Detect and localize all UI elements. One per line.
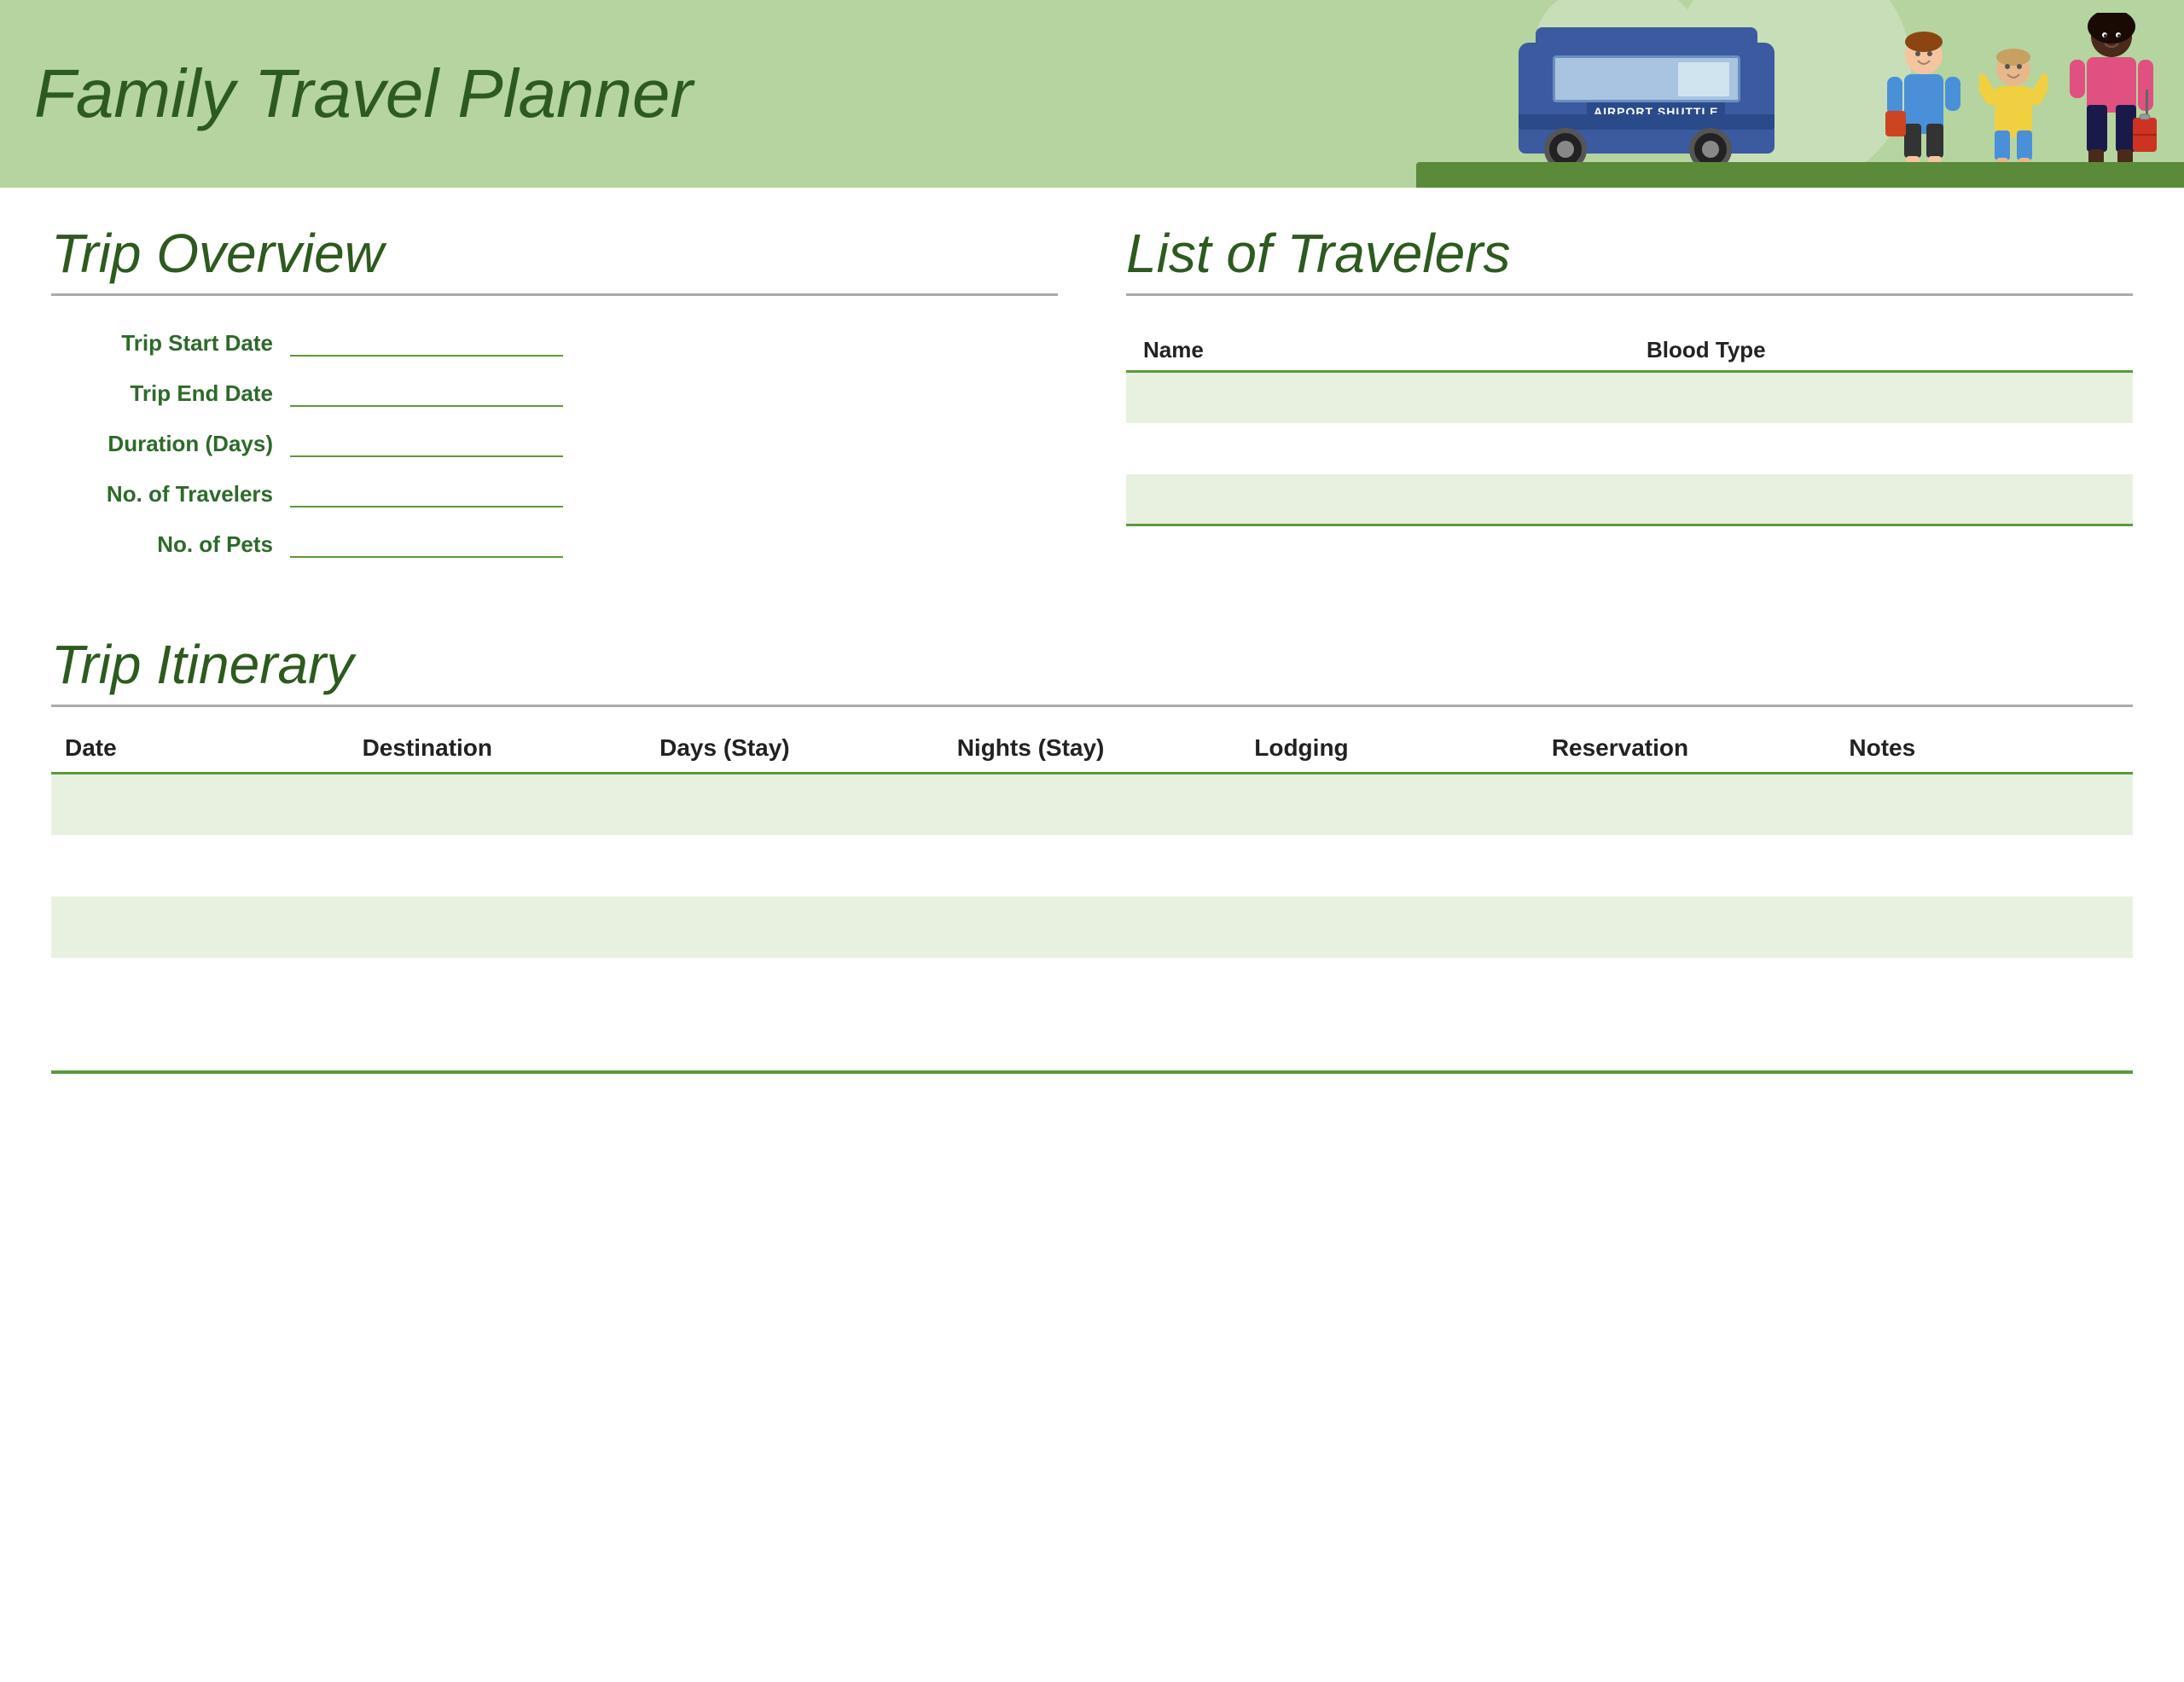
itinerary-col-nights: Nights (Stay)	[944, 724, 1241, 774]
bus-bottom	[1519, 114, 1774, 130]
start-date-label: Trip Start Date	[51, 330, 290, 357]
footer-line	[51, 1070, 2133, 1091]
traveler-row-1	[1126, 372, 2133, 423]
field-row-duration: Duration (Days)	[51, 431, 1058, 457]
itin-3-days[interactable]	[646, 896, 944, 958]
itin-1-notes[interactable]	[1835, 774, 2133, 835]
itin-1-dest[interactable]	[349, 774, 647, 835]
travelers-col-blood: Blood Type	[1629, 330, 2133, 372]
itinerary-row-4	[51, 958, 2133, 1019]
itin-2-nights[interactable]	[944, 835, 1241, 896]
end-date-input[interactable]	[290, 381, 563, 407]
itin-2-lodging[interactable]	[1240, 835, 1538, 896]
itin-1-lodging[interactable]	[1240, 774, 1538, 835]
itin-3-notes[interactable]	[1835, 896, 2133, 958]
itin-3-reservation[interactable]	[1538, 896, 1836, 958]
field-row-num-pets: No. of Pets	[51, 531, 1058, 558]
itinerary-col-days: Days (Stay)	[646, 724, 944, 774]
header: Family Travel Planner AIRPORT SHUTTLE	[0, 0, 2184, 188]
num-pets-label: No. of Pets	[51, 531, 290, 558]
bus-roof	[1536, 27, 1757, 44]
overview-section: Trip Overview Trip Start Date Trip End D…	[51, 222, 2133, 582]
itin-4-nights[interactable]	[944, 958, 1241, 1019]
itin-3-lodging[interactable]	[1240, 896, 1538, 958]
itin-4-dest[interactable]	[349, 958, 647, 1019]
itin-3-date[interactable]	[51, 896, 349, 958]
itin-2-date[interactable]	[51, 835, 349, 896]
traveler-3-name[interactable]	[1126, 474, 1629, 525]
travelers-title: List of Travelers	[1126, 222, 2133, 296]
traveler-1-name[interactable]	[1126, 372, 1629, 423]
travelers-panel: List of Travelers Name Blood Type	[1126, 222, 2133, 582]
itinerary-col-date: Date	[51, 724, 349, 774]
traveler-2-blood-input[interactable]	[1629, 423, 2133, 474]
traveler-1-blood-input[interactable]	[1629, 373, 2133, 423]
num-travelers-label: No. of Travelers	[51, 481, 290, 508]
itinerary-section: Trip Itinerary Date Destination Days (St…	[51, 633, 2133, 1091]
itin-3-nights[interactable]	[944, 896, 1241, 958]
itinerary-row-2	[51, 835, 2133, 896]
itin-2-days[interactable]	[646, 835, 944, 896]
traveler-2-blood[interactable]	[1629, 423, 2133, 474]
num-travelers-input[interactable]	[290, 482, 563, 508]
bus-illustration: AIRPORT SHUTTLE	[1519, 34, 1792, 171]
traveler-row-2	[1126, 423, 2133, 474]
itinerary-table: Date Destination Days (Stay) Nights (Sta…	[51, 724, 2133, 1019]
field-row-num-travelers: No. of Travelers	[51, 481, 1058, 508]
itin-4-lodging[interactable]	[1240, 958, 1538, 1019]
people-illustration	[1885, 9, 2158, 188]
trip-overview-panel: Trip Overview Trip Start Date Trip End D…	[51, 222, 1058, 582]
traveler-row-3	[1126, 474, 2133, 525]
itinerary-col-notes: Notes	[1835, 724, 2133, 774]
itinerary-col-reservation: Reservation	[1538, 724, 1836, 774]
itin-4-days[interactable]	[646, 958, 944, 1019]
field-row-end-date: Trip End Date	[51, 380, 1058, 407]
main-content: Trip Overview Trip Start Date Trip End D…	[0, 188, 2184, 1125]
traveler-3-blood-input[interactable]	[1629, 474, 2133, 525]
start-date-input[interactable]	[290, 331, 563, 357]
traveler-2-name[interactable]	[1126, 423, 1629, 474]
itin-2-reservation[interactable]	[1538, 835, 1836, 896]
itin-4-notes[interactable]	[1835, 958, 2133, 1019]
itinerary-title: Trip Itinerary	[51, 633, 2133, 707]
traveler-1-name-input[interactable]	[1126, 373, 1629, 423]
itin-1-nights[interactable]	[944, 774, 1241, 835]
itinerary-col-lodging: Lodging	[1240, 724, 1538, 774]
itinerary-col-destination: Destination	[349, 724, 647, 774]
itin-4-date[interactable]	[51, 958, 349, 1019]
traveler-3-name-input[interactable]	[1126, 474, 1629, 525]
itin-1-date[interactable]	[51, 774, 349, 835]
itin-4-reservation[interactable]	[1538, 958, 1836, 1019]
itin-2-notes[interactable]	[1835, 835, 2133, 896]
traveler-2-name-input[interactable]	[1126, 423, 1629, 474]
duration-input[interactable]	[290, 432, 563, 457]
trip-overview-title: Trip Overview	[51, 222, 1058, 296]
traveler-3-blood[interactable]	[1629, 474, 2133, 525]
num-pets-input[interactable]	[290, 532, 563, 558]
end-date-label: Trip End Date	[51, 380, 290, 407]
itinerary-row-3	[51, 896, 2133, 958]
travelers-col-name: Name	[1126, 330, 1629, 372]
field-row-start-date: Trip Start Date	[51, 330, 1058, 357]
duration-label: Duration (Days)	[51, 431, 290, 457]
itin-3-dest[interactable]	[349, 896, 647, 958]
travelers-table: Name Blood Type	[1126, 330, 2133, 526]
itin-1-reservation[interactable]	[1538, 774, 1836, 835]
itin-1-days[interactable]	[646, 774, 944, 835]
traveler-1-blood[interactable]	[1629, 372, 2133, 423]
grass-decoration	[1416, 162, 2184, 188]
app-title: Family Travel Planner	[34, 55, 693, 133]
bus-window	[1553, 55, 1740, 102]
itinerary-row-1	[51, 774, 2133, 835]
itin-2-dest[interactable]	[349, 835, 647, 896]
